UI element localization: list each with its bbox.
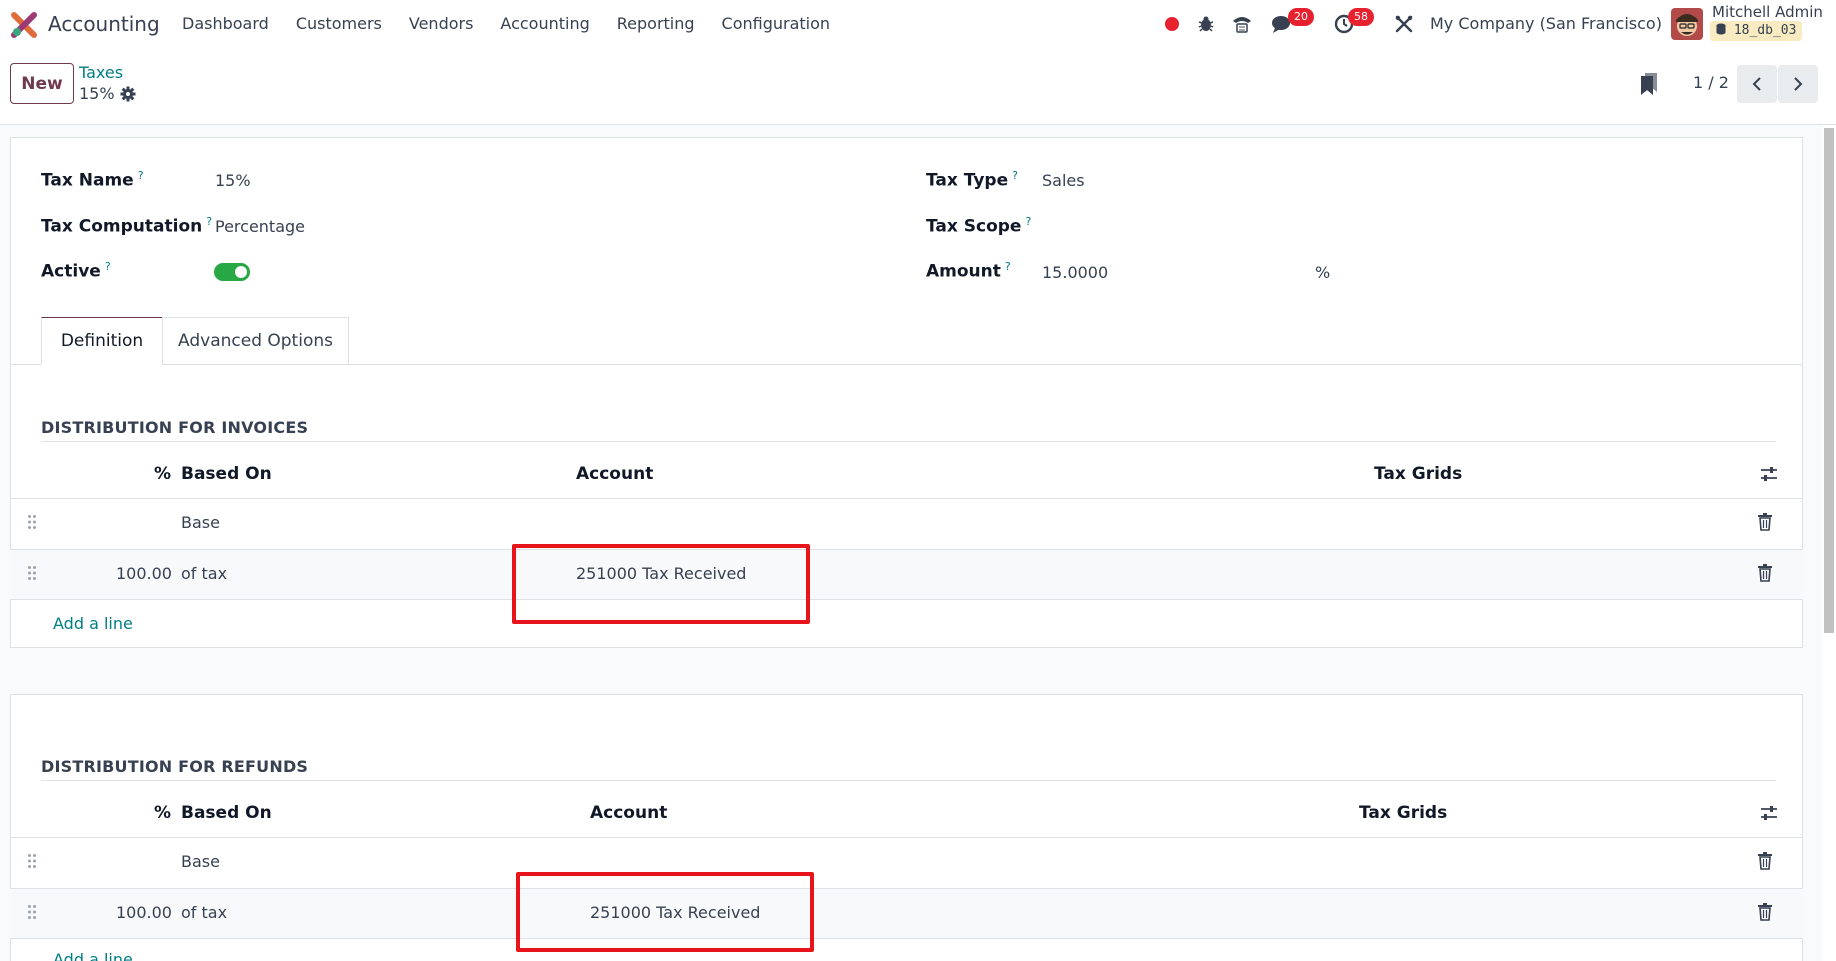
trash-icon[interactable]	[1757, 903, 1773, 921]
menu-dashboard[interactable]: Dashboard	[182, 14, 269, 33]
row-divider	[10, 938, 1803, 939]
table-row[interactable]	[10, 889, 1803, 938]
bookmark-icon[interactable]	[1640, 72, 1658, 96]
refunds-col-percent[interactable]: %	[154, 803, 171, 823]
user-avatar[interactable]	[1671, 8, 1703, 40]
pager-next-button[interactable]	[1778, 65, 1818, 103]
refunds-add-line-button[interactable]: Add a line	[53, 950, 133, 961]
tax-computation-field[interactable]: Percentage	[215, 217, 305, 236]
trash-icon[interactable]	[1757, 513, 1773, 531]
active-toggle[interactable]	[214, 263, 250, 281]
amount-unit: %	[1315, 263, 1331, 282]
invoices-col-percent[interactable]: %	[154, 464, 171, 484]
database-icon	[1716, 23, 1726, 35]
invoices-header-line	[10, 498, 1803, 499]
refunds-section-line	[41, 780, 1776, 781]
phone-icon[interactable]	[1230, 12, 1254, 36]
row-percent[interactable]: 100.00	[116, 903, 172, 922]
table-row[interactable]	[10, 550, 1803, 599]
pager-value[interactable]: 1 / 2	[1693, 73, 1729, 92]
row-based-on[interactable]: Base	[181, 852, 220, 871]
row-percent[interactable]: 100.00	[116, 564, 172, 583]
tax-name-field[interactable]: 15%	[215, 171, 251, 190]
database-name: 18_db_03	[1733, 23, 1797, 38]
invoices-col-tax-grids[interactable]: Tax Grids	[1374, 464, 1462, 484]
refunds-col-tax-grids[interactable]: Tax Grids	[1359, 803, 1447, 823]
new-button[interactable]: New	[10, 63, 74, 104]
invoices-section-title: DISTRIBUTION FOR INVOICES	[41, 418, 309, 437]
invoices-account-highlight	[512, 544, 810, 624]
tax-scope-label: Tax Scope?	[926, 215, 1032, 237]
column-settings-icon[interactable]	[1760, 805, 1778, 821]
help-tooltip-icon[interactable]: ?	[138, 169, 144, 182]
invoices-section-line	[41, 441, 1776, 442]
tax-type-field[interactable]: Sales	[1042, 171, 1085, 190]
activities-count-badge: 58	[1348, 8, 1374, 26]
app-name[interactable]: Accounting	[48, 12, 160, 36]
row-divider	[10, 599, 1803, 600]
company-switcher[interactable]: My Company (San Francisco)	[1430, 14, 1662, 33]
invoices-col-account[interactable]: Account	[576, 464, 653, 484]
database-badge: 18_db_03	[1710, 21, 1803, 41]
row-based-on[interactable]: of tax	[181, 903, 227, 922]
tab-definition[interactable]: Definition	[41, 317, 163, 365]
debug-bug-icon[interactable]	[1194, 12, 1218, 36]
refunds-section-title: DISTRIBUTION FOR REFUNDS	[41, 757, 309, 776]
menu-configuration[interactable]: Configuration	[722, 14, 831, 33]
menu-customers[interactable]: Customers	[296, 14, 382, 33]
record-name: 15%	[79, 84, 115, 103]
help-tooltip-icon[interactable]: ?	[1005, 260, 1011, 273]
drag-handle-icon[interactable]	[27, 514, 37, 530]
active-label: Active?	[41, 260, 111, 282]
help-tooltip-icon[interactable]: ?	[206, 215, 212, 228]
recording-dot-icon[interactable]	[1160, 12, 1184, 36]
drag-handle-icon[interactable]	[27, 565, 37, 581]
tax-computation-label: Tax Computation?	[41, 215, 213, 237]
amount-label: Amount?	[926, 260, 1011, 282]
menu-reporting[interactable]: Reporting	[617, 14, 695, 33]
page-scrollbar[interactable]	[1824, 128, 1834, 633]
refunds-col-account[interactable]: Account	[590, 803, 667, 823]
section-separator	[10, 647, 1803, 695]
tools-icon[interactable]	[1392, 12, 1416, 36]
invoices-col-based-on[interactable]: Based On	[181, 464, 272, 484]
trash-icon[interactable]	[1757, 564, 1773, 582]
row-based-on[interactable]: of tax	[181, 564, 227, 583]
refunds-account-highlight	[516, 872, 814, 952]
column-settings-icon[interactable]	[1760, 466, 1778, 482]
trash-icon[interactable]	[1757, 852, 1773, 870]
refunds-header-line	[10, 837, 1803, 838]
breadcrumb-current: 15%	[79, 84, 136, 103]
breadcrumb-taxes-link[interactable]: Taxes	[79, 63, 123, 82]
messages-count-badge: 20	[1288, 8, 1314, 26]
drag-handle-icon[interactable]	[27, 904, 37, 920]
pager-previous-button[interactable]	[1737, 65, 1777, 103]
menu-accounting[interactable]: Accounting	[500, 14, 589, 33]
drag-handle-icon[interactable]	[27, 853, 37, 869]
user-name[interactable]: Mitchell Admin	[1712, 3, 1823, 21]
menu-vendors[interactable]: Vendors	[409, 14, 474, 33]
gear-icon[interactable]	[120, 86, 136, 102]
chevron-right-icon	[1794, 77, 1803, 91]
main-menu: Dashboard Customers Vendors Accounting R…	[182, 14, 857, 33]
help-tooltip-icon[interactable]: ?	[1025, 215, 1031, 228]
help-tooltip-icon[interactable]: ?	[1012, 169, 1018, 182]
tax-name-label: Tax Name?	[41, 169, 144, 191]
top-navbar: Accounting Dashboard Customers Vendors A…	[0, 0, 1836, 48]
amount-field[interactable]: 15.0000	[1042, 263, 1108, 282]
tab-advanced-options[interactable]: Advanced Options	[162, 317, 349, 365]
chevron-left-icon	[1752, 77, 1761, 91]
invoices-add-line-button[interactable]: Add a line	[53, 614, 133, 633]
help-tooltip-icon[interactable]: ?	[105, 260, 111, 273]
accounting-app-icon[interactable]	[10, 11, 38, 39]
refunds-col-based-on[interactable]: Based On	[181, 803, 272, 823]
row-based-on[interactable]: Base	[181, 513, 220, 532]
tax-type-label: Tax Type?	[926, 169, 1018, 191]
